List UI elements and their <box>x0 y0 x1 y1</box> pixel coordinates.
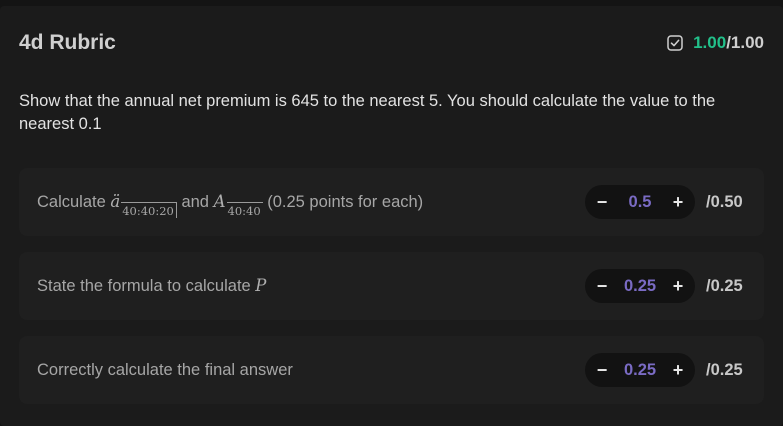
score-earned: 1.00 <box>693 33 727 52</box>
rubric-panel: 4d Rubric 1.00/1.00 Show that the annual… <box>0 6 783 426</box>
math-assurance-subscript: 40:40 <box>226 202 263 218</box>
math-annuity-subscript: 40:40:20 <box>121 202 177 218</box>
criterion-text: and <box>176 193 214 211</box>
increment-button[interactable]: + <box>670 360 686 380</box>
rubric-score: 1.00/1.00 <box>667 33 764 53</box>
stepper-value[interactable]: 0.5 <box>610 193 670 212</box>
decrement-button[interactable]: − <box>594 192 610 212</box>
math-premium: P <box>255 276 267 295</box>
criterion-max: /0.50 <box>706 192 743 211</box>
increment-button[interactable]: + <box>670 276 686 296</box>
criterion-label: Correctly calculate the final answer <box>37 360 293 379</box>
decrement-button[interactable]: − <box>594 360 610 380</box>
increment-button[interactable]: + <box>670 192 686 212</box>
criterion-label: Calculate ä 40:40:20 and A 40:40 (0.25 poi… <box>37 192 424 218</box>
math-assurance: A <box>213 192 226 211</box>
criterion-row: Correctly calculate the final answer − 0… <box>19 336 764 404</box>
criterion-row: State the formula to calculate P − 0.25 … <box>19 252 764 320</box>
stepper-value[interactable]: 0.25 <box>610 277 670 296</box>
score-stepper: − 0.25 + <box>585 269 695 303</box>
criterion-max: /0.25 <box>706 276 743 295</box>
criterion-text: (0.25 points for each) <box>262 193 424 211</box>
criterion-text: State the formula to calculate <box>37 277 256 295</box>
decrement-button[interactable]: − <box>594 276 610 296</box>
criterion-max: /0.25 <box>706 360 743 379</box>
rubric-title: 4d Rubric <box>19 31 116 54</box>
rubric-prompt: Show that the annual net premium is 645 … <box>19 92 716 133</box>
math-annuity: ä <box>110 192 121 211</box>
criterion-row: Calculate ä 40:40:20 and A 40:40 (0.25 poi… <box>19 168 764 236</box>
stepper-value[interactable]: 0.25 <box>610 361 670 380</box>
score-stepper: − 0.5 + <box>585 185 695 219</box>
checkbox-check-icon <box>667 35 683 51</box>
score-stepper: − 0.25 + <box>585 353 695 387</box>
criterion-label: State the formula to calculate P <box>37 276 266 296</box>
criterion-text: Calculate <box>37 193 111 211</box>
rubric-header: 4d Rubric 1.00/1.00 <box>19 28 764 58</box>
score-total: /1.00 <box>726 33 764 52</box>
